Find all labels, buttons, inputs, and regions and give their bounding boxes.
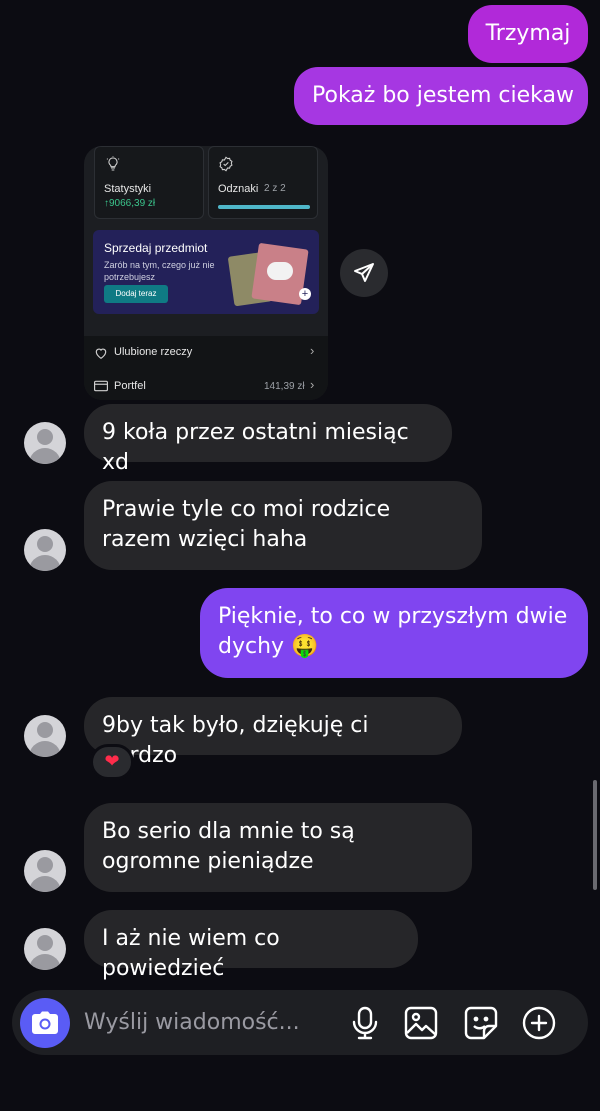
promo-illustration: + xyxy=(227,242,317,307)
wallet-value: 141,39 zł xyxy=(264,381,305,392)
message-incoming[interactable]: Bo serio dla mnie to są ogromne pieniądz… xyxy=(84,803,472,892)
stats-tile: Statystyki ↑9066,39 zł xyxy=(94,146,204,219)
gallery-icon[interactable] xyxy=(404,1006,438,1040)
badge-check-icon xyxy=(219,156,233,172)
message-text: Pięknie, to co w przyszłym dwie dychy 🤑 xyxy=(218,604,568,659)
wallet-label: Portfel xyxy=(114,380,146,392)
message-incoming[interactable]: 9 koła przez ostatni miesiąc xd xyxy=(84,404,452,475)
shared-image[interactable]: Statystyki ↑9066,39 zł Odznaki 2 z 2 Spr… xyxy=(84,146,328,400)
message-text: Trzymaj xyxy=(485,21,571,46)
avatar[interactable] xyxy=(24,529,66,571)
message-incoming[interactable]: Prawie tyle co moi rodzice razem wzięci … xyxy=(84,481,482,570)
message-text: Bo serio dla mnie to są ogromne pieniądz… xyxy=(102,819,355,874)
heart-reaction[interactable]: ❤ xyxy=(90,744,134,780)
message-outgoing[interactable]: Pięknie, to co w przyszłym dwie dychy 🤑 xyxy=(200,588,588,678)
message-outgoing[interactable]: Pokaż bo jestem ciekaw xyxy=(294,67,588,125)
message-text: 9by tak było, dziękuję ci bardzo xyxy=(102,713,369,768)
message-outgoing[interactable]: Trzymaj xyxy=(468,5,588,63)
send-icon xyxy=(354,263,374,282)
badges-progress-fill xyxy=(218,205,310,209)
badges-tile: Odznaki 2 z 2 xyxy=(208,146,318,219)
lightbulb-icon xyxy=(106,156,120,171)
chevron-right-icon: › xyxy=(310,343,315,358)
scrollbar[interactable] xyxy=(593,780,597,890)
add-icon[interactable] xyxy=(522,1006,556,1040)
avatar[interactable] xyxy=(24,928,66,970)
share-button[interactable] xyxy=(340,249,388,297)
heart-icon xyxy=(95,348,107,359)
microphone-icon[interactable] xyxy=(348,1006,382,1040)
message-incoming[interactable]: 9by tak było, dziękuję ci bardzo xyxy=(84,697,462,768)
favorites-label: Ulubione rzeczy xyxy=(114,346,193,358)
badges-title: Odznaki xyxy=(218,183,259,195)
camera-button[interactable] xyxy=(20,998,70,1048)
favorites-row: Ulubione rzeczy › xyxy=(84,336,328,370)
add-now-button: Dodaj teraz xyxy=(104,285,168,303)
wallet-row: Portfel 141,39 zł › xyxy=(84,370,328,400)
stats-title: Statystyki xyxy=(104,183,152,195)
badges-progress-track xyxy=(218,205,310,209)
message-text: Prawie tyle co moi rodzice razem wzięci … xyxy=(102,497,391,552)
avatar[interactable] xyxy=(24,422,66,464)
sticker-icon[interactable] xyxy=(464,1006,498,1040)
wallet-icon xyxy=(94,380,108,392)
avatar[interactable] xyxy=(24,715,66,757)
badges-count: 2 z 2 xyxy=(264,183,286,194)
sell-promo-card: Sprzedaj przedmiot Zarób na tym, czego j… xyxy=(93,230,319,314)
promo-title: Sprzedaj przedmiot xyxy=(104,241,208,255)
stats-value: ↑9066,39 zł xyxy=(104,198,156,209)
camera-icon xyxy=(32,1011,58,1034)
promo-description: Zarób na tym, czego już nie potrzebujesz xyxy=(104,260,215,282)
message-text: Pokaż bo jestem ciekaw xyxy=(312,83,575,108)
heart-icon: ❤ xyxy=(104,751,120,772)
message-text: I aż nie wiem co powiedzieć xyxy=(102,926,280,981)
message-incoming[interactable]: I aż nie wiem co powiedzieć xyxy=(84,910,418,981)
message-input[interactable] xyxy=(84,1004,314,1040)
message-composer xyxy=(12,990,588,1055)
message-text: 9 koła przez ostatni miesiąc xd xyxy=(102,420,409,475)
chevron-right-icon: › xyxy=(310,377,315,392)
avatar[interactable] xyxy=(24,850,66,892)
